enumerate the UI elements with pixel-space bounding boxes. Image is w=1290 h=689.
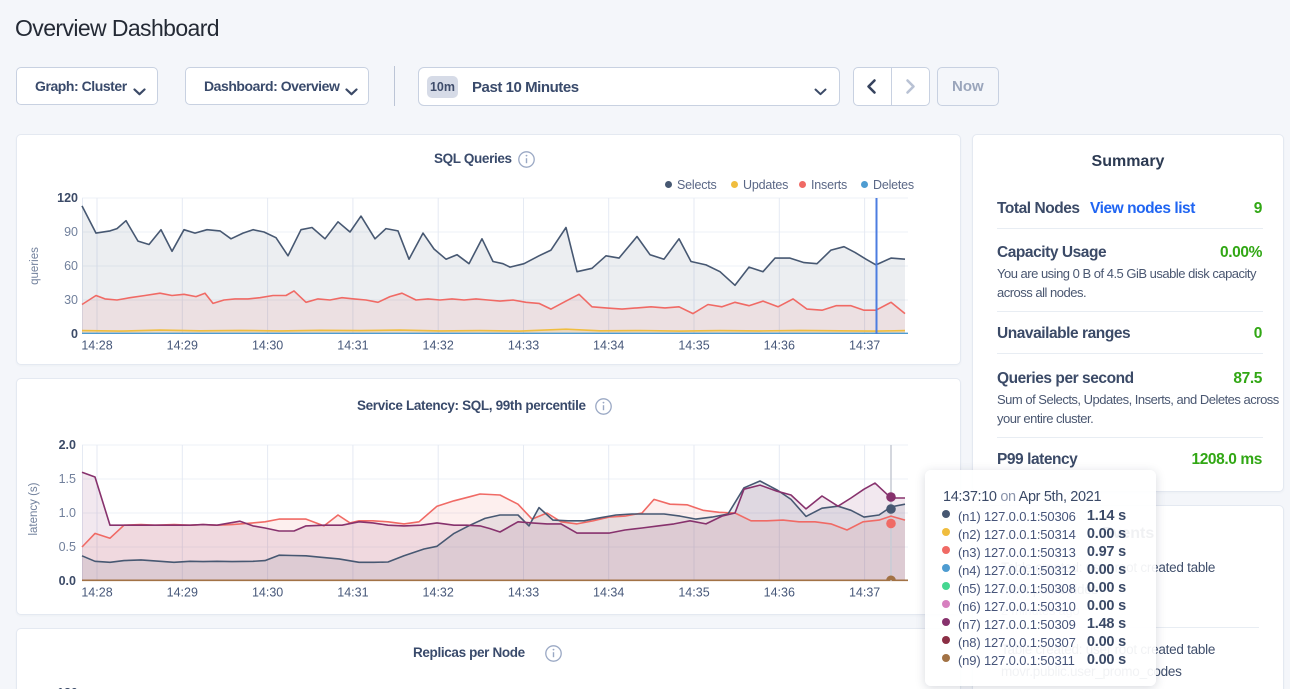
svg-text:14:37: 14:37 [849,339,880,353]
svg-text:14:29: 14:29 [167,339,198,353]
svg-text:14:28: 14:28 [81,339,112,353]
svg-text:14:28: 14:28 [81,586,112,600]
svg-text:14:30: 14:30 [252,339,283,353]
svg-text:14:37: 14:37 [849,586,880,600]
svg-text:14:31: 14:31 [337,339,368,353]
svg-text:14:32: 14:32 [423,339,454,353]
svg-text:1.5: 1.5 [59,472,76,486]
svg-text:2.0: 2.0 [59,438,76,452]
svg-text:14:34: 14:34 [593,339,624,353]
svg-text:14:35: 14:35 [678,339,709,353]
svg-text:90: 90 [64,225,78,239]
svg-text:14:36: 14:36 [764,586,795,600]
svg-text:14:29: 14:29 [167,586,198,600]
svg-text:14:35: 14:35 [678,586,709,600]
svg-text:30: 30 [64,293,78,307]
svg-text:queries: queries [29,247,41,285]
svg-text:latency (s): latency (s) [28,482,40,535]
svg-text:0: 0 [71,327,78,341]
svg-text:1.0: 1.0 [59,506,76,520]
svg-text:0.0: 0.0 [59,574,76,588]
svg-text:14:34: 14:34 [593,586,624,600]
svg-text:14:33: 14:33 [508,339,539,353]
svg-text:120: 120 [57,191,78,205]
svg-text:14:31: 14:31 [337,586,368,600]
svg-text:14:30: 14:30 [252,586,283,600]
svg-text:60: 60 [64,259,78,273]
svg-text:14:36: 14:36 [764,339,795,353]
svg-text:14:33: 14:33 [508,586,539,600]
svg-text:0.5: 0.5 [59,540,76,554]
svg-text:14:32: 14:32 [423,586,454,600]
